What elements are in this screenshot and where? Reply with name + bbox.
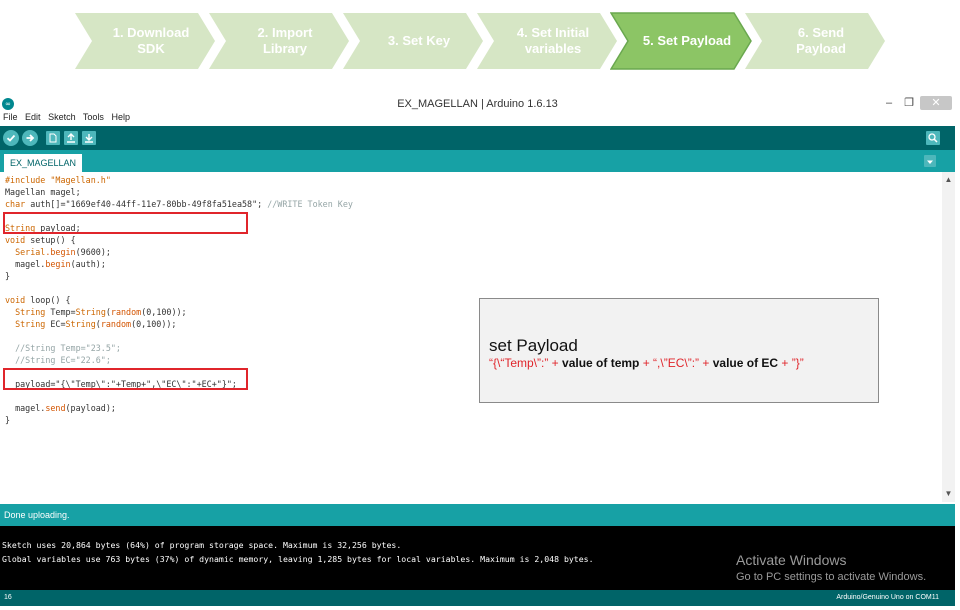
code-line: Serial.begin(9600); [5, 247, 111, 257]
code-line: } [5, 415, 11, 425]
title-bar: ∞ EX_MAGELLAN | Arduino 1.6.13 – ❐ ✕ [0, 96, 955, 112]
step-label: 1. Download SDK [112, 25, 190, 56]
scroll-up-icon[interactable]: ▲ [942, 174, 955, 186]
step-5-active: 5. Set Payload [610, 12, 752, 70]
tab-ex-magellan[interactable]: EX_MAGELLAN [4, 154, 82, 172]
upload-icon[interactable] [22, 130, 38, 146]
code-line: void setup() { [5, 235, 76, 245]
code-line: void loop() { [5, 295, 71, 305]
serial-monitor-icon[interactable] [926, 131, 940, 145]
step-banner: 1. Download SDK 2. Import Library 3. Set K… [0, 0, 960, 88]
save-icon[interactable] [82, 131, 96, 145]
payload-declaration-highlight [3, 212, 248, 234]
step-2: 2. Import Library [208, 12, 350, 70]
activate-windows-watermark: Activate Windows Go to PC settings to ac… [736, 552, 926, 583]
code-line: //String Temp="23.5"; [5, 343, 121, 353]
step-3: 3. Set Key [342, 12, 484, 70]
code-line: magel.begin(auth); [5, 259, 106, 269]
line-number: 16 [4, 594, 12, 601]
board-info: Arduino/Genuino Uno on COM11 [836, 594, 939, 601]
code-line: String Temp=String(random(0,100)); [5, 307, 187, 317]
step-6: 6. Send Payload [744, 12, 886, 70]
menu-tools[interactable]: Tools [83, 112, 104, 122]
tab-bar: EX_MAGELLAN [0, 150, 955, 172]
step-label: 3. Set Key [387, 33, 451, 48]
watermark-title: Activate Windows [736, 552, 847, 568]
new-icon[interactable] [46, 131, 60, 145]
code-line: char auth[]="1669ef40-44ff-11e7-80bb-49f… [5, 199, 353, 209]
code-line: //String EC="22.6"; [5, 355, 111, 365]
console-line: Sketch uses 20,864 bytes (64%) of progra… [2, 540, 402, 550]
payload-callout: set Payload “{\“Temp\”:” + value of temp… [479, 298, 879, 403]
step-4: 4. Set Initial variables [476, 12, 618, 70]
menu-bar: File Edit Sketch Tools Help [0, 112, 955, 126]
callout-formula: “{\“Temp\”:” + value of temp + “,\”EC\”:… [489, 356, 804, 370]
open-icon[interactable] [64, 131, 78, 145]
step-label: 2. Import Library [257, 25, 313, 56]
tab-menu-icon[interactable] [924, 155, 936, 167]
step-label: 6. Send Payload [796, 25, 846, 56]
minimize-button[interactable]: – [880, 96, 898, 110]
payload-assignment-highlight [3, 368, 248, 390]
window-title: EX_MAGELLAN | Arduino 1.6.13 [397, 98, 558, 110]
callout-title: set Payload [489, 336, 578, 355]
menu-file[interactable]: File [3, 112, 18, 122]
status-bar: Done uploading. [0, 504, 955, 526]
step-label: 4. Set Initial variables [516, 25, 590, 56]
code-line: Magellan magel; [5, 187, 81, 197]
close-button[interactable]: ✕ [920, 96, 952, 110]
code-line: } [5, 271, 11, 281]
editor-scrollbar[interactable]: ▲ ▼ [942, 172, 955, 502]
code-line: magel.send(payload); [5, 403, 116, 413]
menu-help[interactable]: Help [111, 112, 130, 122]
toolbar [0, 126, 955, 150]
menu-edit[interactable]: Edit [25, 112, 41, 122]
maximize-button[interactable]: ❐ [900, 96, 918, 110]
footer-bar: 16 Arduino/Genuino Uno on COM11 [0, 590, 955, 606]
code-line: #include "Magellan.h" [5, 175, 111, 185]
step-label: 5. Set Payload [642, 33, 732, 48]
code-line: String EC=String(random(0,100)); [5, 319, 177, 329]
console-line: Global variables use 763 bytes (37%) of … [2, 554, 594, 564]
step-1: 1. Download SDK [74, 12, 216, 70]
menu-sketch[interactable]: Sketch [48, 112, 76, 122]
verify-icon[interactable] [3, 130, 19, 146]
scroll-down-icon[interactable]: ▼ [942, 488, 955, 500]
watermark-subtitle: Go to PC settings to activate Windows. [736, 571, 927, 583]
